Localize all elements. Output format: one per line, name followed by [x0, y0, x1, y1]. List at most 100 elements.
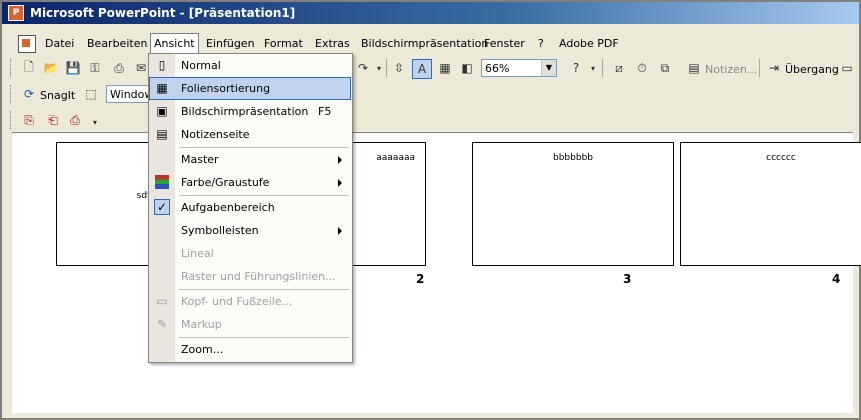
- submenu-arrow-icon: [338, 227, 342, 235]
- toolbar-separator: [759, 59, 760, 77]
- slide-thumbnail-3[interactable]: bbbbbbb: [472, 142, 674, 266]
- menu-item-label: Kopf- und Fußzeile...: [181, 295, 293, 308]
- save-icon[interactable]: 💾: [64, 59, 82, 77]
- normal-view-icon: ▯: [158, 58, 166, 72]
- toolbar-grip[interactable]: [10, 111, 15, 129]
- summary-slide-icon[interactable]: ⧉: [656, 59, 674, 77]
- menu-item-label: Zoom...: [181, 343, 224, 356]
- menu-item-label: Lineal: [181, 247, 214, 260]
- menu-item-symbolleisten[interactable]: Symbolleisten: [150, 220, 350, 241]
- help-dropdown-icon[interactable]: ▾: [584, 59, 602, 77]
- menu-item-label: Notizenseite: [181, 128, 250, 141]
- snagit-capture-icon[interactable]: ⬚: [82, 85, 100, 103]
- menu-item-label: Markup: [181, 318, 222, 331]
- markup-icon: ✎: [156, 317, 168, 331]
- menu-bar: Datei Bearbeiten Ansicht Einfügen Format…: [2, 32, 859, 55]
- color-grayscale-icon: [155, 175, 169, 189]
- view-menu-dropdown: ▯ Normal ▦ Foliensortierung ▣ Bildschirm…: [148, 53, 353, 363]
- title-bar[interactable]: P Microsoft PowerPoint - [Präsentation1]: [2, 2, 859, 24]
- menu-bildschirmpraesentation[interactable]: Bildschirmpräsentation: [358, 36, 491, 52]
- transition-button-label[interactable]: Übergang: [785, 63, 839, 76]
- pdf-review-icon[interactable]: ⎙: [66, 111, 84, 129]
- toolbar-grip[interactable]: [10, 85, 15, 103]
- menu-item-zoom[interactable]: Zoom...: [150, 339, 350, 360]
- window-combo-value: Window: [110, 88, 154, 101]
- slide-number: 4: [832, 272, 841, 286]
- powerpoint-app-icon[interactable]: P: [8, 5, 24, 21]
- document-icon[interactable]: [18, 35, 36, 53]
- powerpoint-window: P Microsoft PowerPoint - [Präsentation1]…: [0, 0, 861, 420]
- notes-page-icon: ▤: [156, 127, 168, 141]
- show-formatting-icon[interactable]: A: [412, 59, 432, 79]
- submenu-arrow-icon: [338, 156, 342, 164]
- menu-fenster[interactable]: Fenster: [481, 36, 528, 52]
- window-combo[interactable]: Window: [106, 85, 154, 103]
- chevron-down-icon[interactable]: ▼: [541, 60, 556, 76]
- toolbar-grip[interactable]: [10, 59, 15, 77]
- zoom-combo[interactable]: 66% ▼: [481, 59, 557, 77]
- window-title: Microsoft PowerPoint - [Präsentation1]: [30, 6, 296, 20]
- toolbar-options-icon[interactable]: ▾: [86, 113, 104, 131]
- menu-item-aufgabenbereich[interactable]: ✓ Aufgabenbereich: [150, 197, 350, 218]
- convert-pdf-icon[interactable]: ⎘: [20, 111, 38, 129]
- menu-item-normal[interactable]: ▯ Normal: [150, 55, 350, 76]
- slide-thumbnail-4[interactable]: cccccc: [680, 142, 861, 266]
- menu-separator: [179, 195, 349, 196]
- slide-text: cccccc: [766, 153, 796, 163]
- menu-item-bildschirmpraesentation[interactable]: ▣ Bildschirmpräsentation F5: [150, 101, 350, 122]
- menu-shortcut: F5: [318, 105, 332, 118]
- notes-button-label[interactable]: Notizen...: [705, 63, 757, 76]
- menu-format[interactable]: Format: [261, 36, 306, 52]
- header-footer-icon: ▭: [156, 294, 168, 308]
- menu-adobe-pdf[interactable]: Adobe PDF: [556, 36, 622, 52]
- menu-item-label: Aufgabenbereich: [181, 201, 275, 214]
- menu-ansicht[interactable]: Ansicht: [150, 33, 199, 55]
- menu-separator: [179, 147, 349, 148]
- menu-item-lineal[interactable]: Lineal: [150, 243, 350, 264]
- print-icon[interactable]: ⎙: [110, 59, 128, 77]
- menu-item-label: Foliensortierung: [181, 82, 271, 95]
- grid-icon[interactable]: ▦: [436, 59, 454, 77]
- menu-item-label: Raster und Führungslinien...: [181, 270, 336, 283]
- snagit-icon[interactable]: ⟳: [20, 85, 38, 103]
- menu-help[interactable]: ?: [535, 36, 547, 52]
- menu-item-master[interactable]: Master: [150, 149, 350, 170]
- menu-item-raster[interactable]: Raster und Führungslinien...: [150, 266, 350, 287]
- menu-item-foliensortierung[interactable]: ▦ Foliensortierung: [149, 77, 351, 100]
- zoom-value: 66%: [485, 62, 510, 75]
- grayscale-icon[interactable]: ◧: [458, 59, 476, 77]
- menu-item-label: Bildschirmpräsentation: [181, 105, 309, 118]
- transition-icon[interactable]: ⇥: [765, 59, 783, 77]
- menu-item-label: Master: [181, 153, 219, 166]
- help-icon[interactable]: ?: [567, 59, 585, 77]
- menu-item-label: Farbe/Graustufe: [181, 176, 270, 189]
- rehearse-timings-icon[interactable]: ⏱: [633, 59, 651, 77]
- hide-slide-icon[interactable]: ⧄: [610, 59, 628, 77]
- menu-item-markup[interactable]: ✎ Markup: [150, 314, 350, 335]
- new-slide-icon[interactable]: ▭: [838, 59, 856, 77]
- menu-extras[interactable]: Extras: [312, 36, 353, 52]
- menu-datei[interactable]: Datei: [42, 36, 77, 52]
- slideshow-icon: ▣: [156, 104, 168, 118]
- submenu-arrow-icon: [338, 179, 342, 187]
- menu-item-farbe-graustufe[interactable]: Farbe/Graustufe: [150, 172, 350, 193]
- notes-icon[interactable]: ▤: [685, 59, 703, 77]
- snagit-toolbar: ⟳ SnagIt ⬚ Window: [2, 82, 154, 106]
- permission-icon[interactable]: ⚿: [86, 59, 104, 77]
- menu-einfuegen[interactable]: Einfügen: [203, 36, 258, 52]
- menu-bearbeiten[interactable]: Bearbeiten: [84, 36, 150, 52]
- menu-item-kopf-fusszeile[interactable]: ▭ Kopf- und Fußzeile...: [150, 291, 350, 312]
- toolbar-separator: [386, 59, 387, 77]
- slide-text: bbbbbbb: [553, 153, 593, 163]
- pdf-email-icon[interactable]: ⎗: [44, 111, 62, 129]
- new-document-icon[interactable]: 🗋: [20, 59, 38, 77]
- expand-all-icon[interactable]: ⇳: [390, 59, 408, 77]
- menu-item-notizenseite[interactable]: ▤ Notizenseite: [150, 124, 350, 145]
- menu-item-label: Normal: [181, 59, 221, 72]
- menu-separator: [179, 337, 349, 338]
- menu-separator: [179, 289, 349, 290]
- snagit-button-label[interactable]: SnagIt: [40, 89, 75, 102]
- open-folder-icon[interactable]: 📂: [42, 59, 60, 77]
- standard-toolbar: 🗋 📂 💾 ⚿ ⎙ ✉ ↷ ▾ ⇳ A ▦ ◧ 66% ▼ ? ▾ ⧄ ⏱ ⧉ …: [2, 56, 859, 80]
- slide-number: 3: [623, 272, 632, 286]
